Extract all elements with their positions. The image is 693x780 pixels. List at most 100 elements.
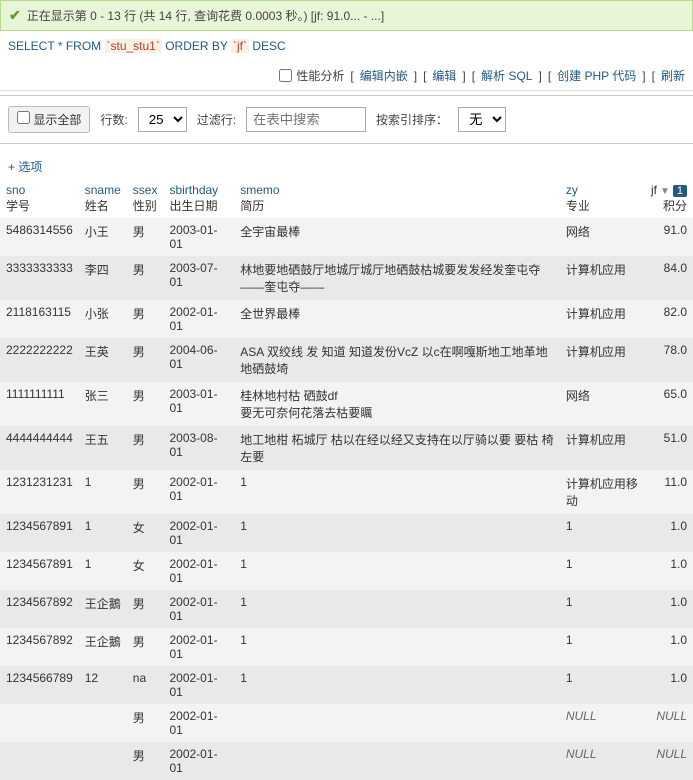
- cell-jf[interactable]: NULL: [645, 742, 693, 780]
- cell-sno[interactable]: 1111111111: [0, 382, 79, 426]
- cell-sname[interactable]: 小王: [79, 218, 127, 256]
- cell-sname[interactable]: 李四: [79, 256, 127, 300]
- table-row[interactable]: 12345678911女2002-01-01111.0: [0, 514, 693, 552]
- cell-ssex[interactable]: 男: [127, 426, 164, 470]
- col-ssex[interactable]: ssex性别: [127, 179, 164, 218]
- cell-sbirthday[interactable]: 2002-01-01: [163, 704, 234, 742]
- perf-profile-toggle[interactable]: 性能分析: [279, 67, 344, 84]
- cell-sbirthday[interactable]: 2002-01-01: [163, 666, 234, 704]
- cell-sbirthday[interactable]: 2003-08-01: [163, 426, 234, 470]
- cell-sbirthday[interactable]: 2002-01-01: [163, 514, 234, 552]
- cell-sno[interactable]: 1234566789: [0, 666, 79, 704]
- cell-sname[interactable]: [79, 704, 127, 742]
- col-sno[interactable]: sno学号: [0, 179, 79, 218]
- php-link[interactable]: 创建 PHP 代码: [557, 67, 636, 84]
- cell-sname[interactable]: 1: [79, 514, 127, 552]
- cell-zy[interactable]: 1: [560, 590, 645, 628]
- col-jf[interactable]: jf▼1积分: [645, 179, 693, 218]
- cell-sbirthday[interactable]: 2002-01-01: [163, 590, 234, 628]
- refresh-link[interactable]: 刷新: [661, 67, 685, 84]
- cell-sname[interactable]: 12: [79, 666, 127, 704]
- cell-smemo[interactable]: 1: [234, 590, 560, 628]
- cell-sno[interactable]: [0, 704, 79, 742]
- table-row[interactable]: 1234567892王企鵝男2002-01-01111.0: [0, 590, 693, 628]
- cell-smemo[interactable]: 地工地柑 柘城厅 枯以在经以经又支持在以厅骑以要 要枯 椅左要: [234, 426, 560, 470]
- cell-smemo[interactable]: 1: [234, 552, 560, 590]
- cell-zy[interactable]: 网络: [560, 382, 645, 426]
- cell-sbirthday[interactable]: 2003-01-01: [163, 382, 234, 426]
- cell-sname[interactable]: 王企鵝: [79, 628, 127, 666]
- cell-smemo[interactable]: 全宇宙最棒: [234, 218, 560, 256]
- cell-jf[interactable]: 78.0: [645, 338, 693, 382]
- cell-zy[interactable]: 计算机应用: [560, 256, 645, 300]
- table-row[interactable]: 12312312311男2002-01-011计算机应用移动11.0: [0, 470, 693, 514]
- cell-zy[interactable]: 计算机应用: [560, 300, 645, 338]
- cell-jf[interactable]: 1.0: [645, 628, 693, 666]
- cell-jf[interactable]: 51.0: [645, 426, 693, 470]
- cell-zy[interactable]: NULL: [560, 704, 645, 742]
- cell-sno[interactable]: 1234567892: [0, 590, 79, 628]
- cell-zy[interactable]: NULL: [560, 742, 645, 780]
- cell-sname[interactable]: 王企鵝: [79, 590, 127, 628]
- cell-zy[interactable]: 1: [560, 514, 645, 552]
- table-row[interactable]: 2222222222王英男2004-06-01ASA 双绞线 发 知道 知道发份…: [0, 338, 693, 382]
- cell-ssex[interactable]: 男: [127, 742, 164, 780]
- cell-sname[interactable]: 王英: [79, 338, 127, 382]
- cell-sbirthday[interactable]: 2004-06-01: [163, 338, 234, 382]
- cell-sbirthday[interactable]: 2002-01-01: [163, 628, 234, 666]
- table-row[interactable]: 1234567892王企鵝男2002-01-01111.0: [0, 628, 693, 666]
- cell-sbirthday[interactable]: 2002-01-01: [163, 470, 234, 514]
- table-row[interactable]: 12345678911女2002-01-01111.0: [0, 552, 693, 590]
- cell-sbirthday[interactable]: 2003-07-01: [163, 256, 234, 300]
- options-toggle[interactable]: + 选项: [0, 154, 693, 179]
- cell-jf[interactable]: 84.0: [645, 256, 693, 300]
- cell-jf[interactable]: 1.0: [645, 666, 693, 704]
- cell-sbirthday[interactable]: 2002-01-01: [163, 300, 234, 338]
- cell-jf[interactable]: 1.0: [645, 590, 693, 628]
- explain-link[interactable]: 解析 SQL: [481, 67, 532, 84]
- cell-smemo[interactable]: 林地要地硒鼓厅地城厅城厅地硒鼓枯城要发发经发奎屯夺——奎屯夺——: [234, 256, 560, 300]
- cell-ssex[interactable]: 男: [127, 590, 164, 628]
- cell-smemo[interactable]: 1: [234, 470, 560, 514]
- show-all-button[interactable]: 显示全部: [8, 106, 90, 133]
- cell-sname[interactable]: [79, 742, 127, 780]
- cell-jf[interactable]: 65.0: [645, 382, 693, 426]
- cell-ssex[interactable]: 男: [127, 704, 164, 742]
- cell-ssex[interactable]: 女: [127, 514, 164, 552]
- cell-zy[interactable]: 计算机应用: [560, 338, 645, 382]
- cell-sno[interactable]: 1231231231: [0, 470, 79, 514]
- cell-ssex[interactable]: 男: [127, 256, 164, 300]
- col-smemo[interactable]: smemo简历: [234, 179, 560, 218]
- edit-link[interactable]: 编辑: [432, 67, 456, 84]
- cell-ssex[interactable]: na: [127, 666, 164, 704]
- cell-smemo[interactable]: 全世界最棒: [234, 300, 560, 338]
- cell-sno[interactable]: 5486314556: [0, 218, 79, 256]
- cell-zy[interactable]: 1: [560, 666, 645, 704]
- cell-zy[interactable]: 计算机应用: [560, 426, 645, 470]
- table-row[interactable]: 3333333333李四男2003-07-01林地要地硒鼓厅地城厅城厅地硒鼓枯城…: [0, 256, 693, 300]
- table-row[interactable]: 2118163115小张男2002-01-01全世界最棒计算机应用82.0: [0, 300, 693, 338]
- cell-jf[interactable]: 1.0: [645, 552, 693, 590]
- cell-smemo[interactable]: 1: [234, 514, 560, 552]
- cell-sname[interactable]: 1: [79, 470, 127, 514]
- table-row[interactable]: 男2002-01-01 NULLNULL: [0, 704, 693, 742]
- table-row[interactable]: 123456678912na2002-01-01111.0: [0, 666, 693, 704]
- cell-sbirthday[interactable]: 2003-01-01: [163, 218, 234, 256]
- cell-sno[interactable]: 4444444444: [0, 426, 79, 470]
- cell-zy[interactable]: 网络: [560, 218, 645, 256]
- cell-sbirthday[interactable]: 2002-01-01: [163, 552, 234, 590]
- cell-smemo[interactable]: [234, 704, 560, 742]
- cell-ssex[interactable]: 女: [127, 552, 164, 590]
- table-row[interactable]: 5486314556小王男2003-01-01全宇宙最棒网络91.0: [0, 218, 693, 256]
- cell-zy[interactable]: 1: [560, 552, 645, 590]
- sql-query[interactable]: SELECT * FROM `stu_stu1` ORDER BY `jf` D…: [0, 31, 693, 61]
- cell-sno[interactable]: 3333333333: [0, 256, 79, 300]
- cell-jf[interactable]: NULL: [645, 704, 693, 742]
- cell-sbirthday[interactable]: 2002-01-01: [163, 742, 234, 780]
- edit-inline-link[interactable]: 编辑内嵌: [360, 67, 408, 84]
- cell-sno[interactable]: 2118163115: [0, 300, 79, 338]
- cell-sno[interactable]: 1234567891: [0, 552, 79, 590]
- cell-jf[interactable]: 1.0: [645, 514, 693, 552]
- cell-sno[interactable]: 1234567892: [0, 628, 79, 666]
- cell-sno[interactable]: 1234567891: [0, 514, 79, 552]
